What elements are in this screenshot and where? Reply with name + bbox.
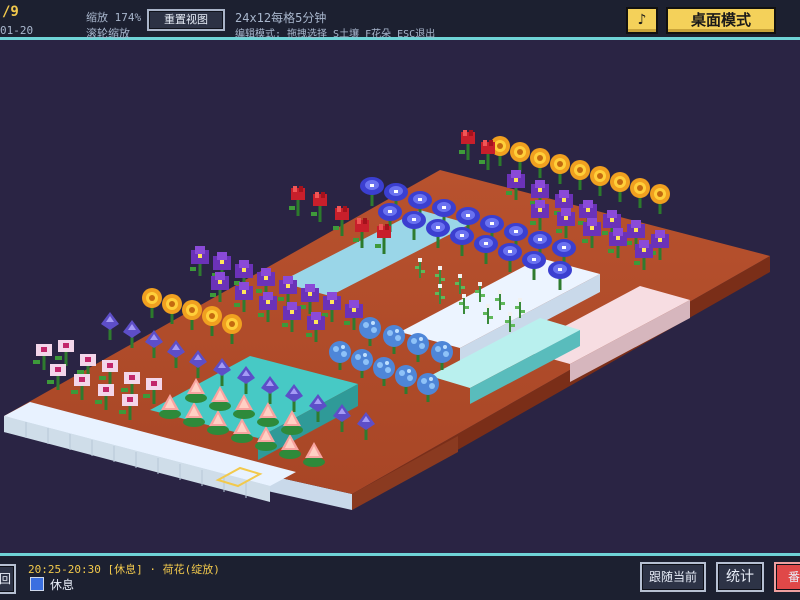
stats-button[interactable]: 统计 — [716, 562, 764, 592]
top-bar: /9 01-20 缩放 174% 滚轮缩放 重置视图 24x12每格5分钟 编辑… — [0, 0, 800, 40]
bottom-bar: 回 20:25-20:30 [休息] · 荷花(绽放) 休息 跟随当前 统计 番 — [0, 553, 800, 600]
follow-current-button[interactable]: 跟随当前 — [640, 562, 706, 592]
music-toggle-button[interactable]: ♪ — [626, 7, 658, 34]
rest-legend-swatch — [30, 577, 44, 591]
tomato-button[interactable]: 番 — [774, 562, 800, 592]
back-button[interactable]: 回 — [0, 564, 16, 594]
grid-info: 24x12每格5分钟 — [235, 11, 327, 25]
timeline-status: 20:25-20:30 [休息] · 荷花(绽放) — [28, 561, 220, 577]
music-note-icon: ♪ — [637, 12, 647, 28]
zoom-label: 缩放 174% — [86, 11, 142, 24]
edit-mode-hint: 编辑模式: 拖拽选择 S土壤 F花朵 ESC退出 — [235, 29, 436, 40]
current-status: [休息] · 荷花(绽放) — [107, 563, 220, 576]
desktop-mode-button[interactable]: 桌面模式 — [666, 7, 776, 34]
scroll-zoom-hint: 滚轮缩放 — [86, 27, 130, 40]
reset-view-button[interactable]: 重置视图 — [147, 9, 225, 31]
time-range: 20:25-20:30 — [28, 563, 101, 576]
rest-legend-label: 休息 — [50, 578, 75, 592]
date-label: 01-20 — [0, 24, 34, 37]
garden-view[interactable] — [0, 40, 800, 553]
pomodoro-counter: /9 — [2, 4, 19, 20]
flower-bed-red-roses-back[interactable] — [457, 128, 497, 172]
